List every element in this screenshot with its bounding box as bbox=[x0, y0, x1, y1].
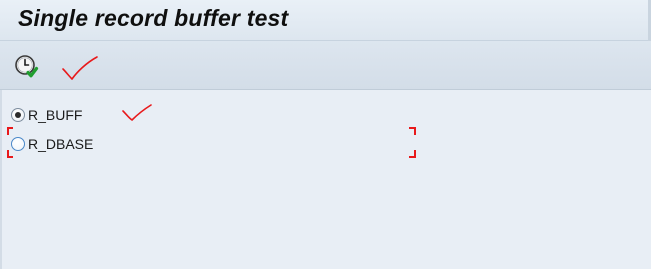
radio-option-r-buff[interactable]: R_BUFF bbox=[11, 105, 82, 125]
radio-label-r-buff: R_BUFF bbox=[28, 107, 83, 123]
execute-button[interactable] bbox=[13, 53, 41, 81]
radio-button-r-buff[interactable] bbox=[11, 108, 25, 122]
radio-option-r-dbase[interactable]: R_DBASE bbox=[11, 134, 93, 154]
selection-screen bbox=[0, 90, 651, 269]
radio-selected-dot bbox=[15, 112, 21, 118]
application-toolbar bbox=[0, 41, 651, 90]
annotation-checkmark bbox=[62, 56, 98, 80]
page-title: Single record buffer test bbox=[18, 5, 289, 31]
content-left-edge bbox=[0, 90, 2, 269]
radio-button-r-dbase[interactable] bbox=[11, 137, 25, 151]
clock-execute-icon bbox=[15, 55, 39, 78]
radio-label-r-dbase: R_DBASE bbox=[28, 136, 94, 152]
title-bar: Single record buffer test bbox=[0, 0, 651, 41]
